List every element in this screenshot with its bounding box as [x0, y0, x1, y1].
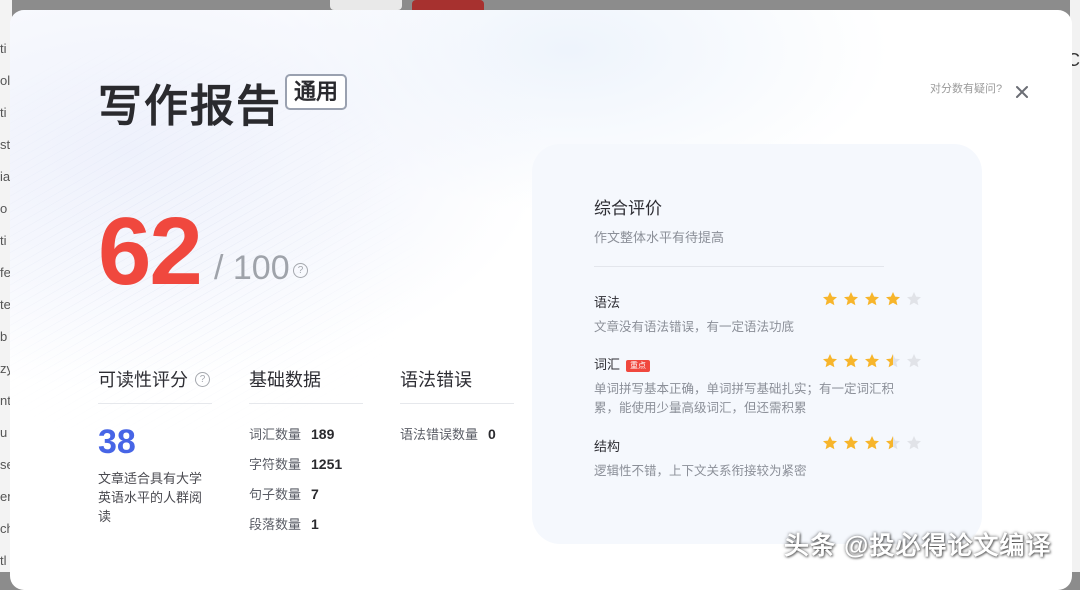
star-icon	[864, 291, 880, 307]
category-description: 逻辑性不错，上下文关系衔接较为紧密	[594, 464, 807, 478]
background-fragment: ia	[0, 169, 11, 184]
background-fragment: ti	[0, 233, 7, 248]
stat-label: 段落数量	[249, 517, 302, 532]
help-icon[interactable]: ?	[195, 372, 211, 388]
stat-value: 1	[311, 516, 319, 532]
rating-stars	[822, 291, 922, 307]
divider	[98, 403, 212, 404]
key-point-tag: 重点	[626, 359, 651, 372]
background-fragment: st	[0, 137, 11, 152]
background-button-primary	[412, 0, 484, 10]
page-title: 写作报告	[98, 82, 282, 131]
stat-label: 字符数量	[249, 457, 302, 472]
total-score: 62	[98, 198, 203, 305]
background-fragment: b	[0, 329, 8, 344]
star-icon	[864, 435, 880, 451]
stat-label: 词汇数量	[249, 427, 302, 442]
readability-description: 文章适合具有大学英语水平的人群阅读	[98, 471, 203, 524]
stat-row: 字符数量 1251	[249, 454, 342, 473]
divider	[400, 403, 514, 404]
readability-score: 38	[98, 423, 136, 461]
star-icon	[906, 353, 922, 369]
stat-row: 句子数量 7	[249, 484, 319, 503]
background-fragment: ti	[0, 41, 7, 56]
star-icon	[843, 353, 859, 369]
stat-value: 189	[311, 426, 335, 442]
evaluation-panel: 综合评价 作文整体水平有待提高 语法 文章没有语法错误，有一定语法功底 词汇 重点 单词…	[532, 144, 982, 544]
divider	[594, 266, 884, 267]
star-icon	[822, 353, 838, 369]
stat-value: 7	[311, 486, 319, 502]
background-fragment: ol	[0, 73, 11, 88]
category-description: 文章没有语法错误，有一定语法功底	[594, 320, 795, 334]
background-fragment: u	[0, 425, 8, 440]
stat-row: 段落数量 1	[249, 514, 319, 533]
watermark: 头条 @投必得论文编译	[784, 532, 1052, 560]
evaluation-category-label: 结构	[594, 436, 620, 455]
evaluation-category-label: 词汇 重点	[594, 354, 651, 373]
background-fragment: o	[0, 201, 8, 216]
basic-data-title: 基础数据	[249, 370, 321, 390]
star-icon	[906, 435, 922, 451]
divider	[249, 403, 363, 404]
background-fragment: tl	[0, 553, 7, 568]
grammar-errors-title: 语法错误	[400, 370, 472, 390]
background-fragment: ti	[0, 105, 7, 120]
category-description: 单词拼写基本正确，单词拼写基础扎实；有一定词汇积累，能使用少量高级词汇，但还需积…	[594, 382, 895, 415]
help-icon[interactable]: ?	[293, 263, 308, 278]
evaluation-title: 综合评价	[594, 199, 662, 218]
rating-stars	[822, 435, 922, 451]
star-icon	[885, 435, 901, 451]
stat-value: 1251	[311, 456, 343, 472]
stat-row: 词汇数量 189	[249, 424, 334, 443]
evaluation-category-label: 语法	[594, 292, 620, 311]
category-name: 语法	[594, 295, 621, 310]
star-icon	[885, 291, 901, 307]
stat-label: 语法错误数量	[400, 427, 479, 442]
category-name: 词汇	[594, 357, 621, 372]
close-icon[interactable]	[1014, 84, 1030, 100]
evaluation-summary: 作文整体水平有待提高	[594, 230, 725, 245]
star-icon	[885, 353, 901, 369]
score-question-link[interactable]: 对分数有疑问?	[930, 80, 1002, 96]
star-icon	[864, 353, 880, 369]
star-icon	[822, 435, 838, 451]
star-icon	[843, 435, 859, 451]
star-icon	[822, 291, 838, 307]
rating-stars	[822, 353, 922, 369]
report-type-badge: 通用	[285, 74, 348, 110]
readability-title: 可读性评分 ?	[98, 366, 211, 392]
stat-label: 句子数量	[249, 487, 302, 502]
stat-row: 语法错误数量 0	[400, 424, 496, 443]
score-max: / 100	[214, 249, 290, 287]
category-name: 结构	[594, 439, 621, 454]
writing-report-modal: 写作报告 通用 对分数有疑问? 62 / 100 ? 可读性评分 ? 38 文章…	[10, 10, 1072, 590]
background-button	[330, 0, 402, 10]
star-icon	[843, 291, 859, 307]
readability-title-label: 可读性评分	[98, 370, 188, 390]
star-icon	[906, 291, 922, 307]
stat-value: 0	[488, 426, 496, 442]
